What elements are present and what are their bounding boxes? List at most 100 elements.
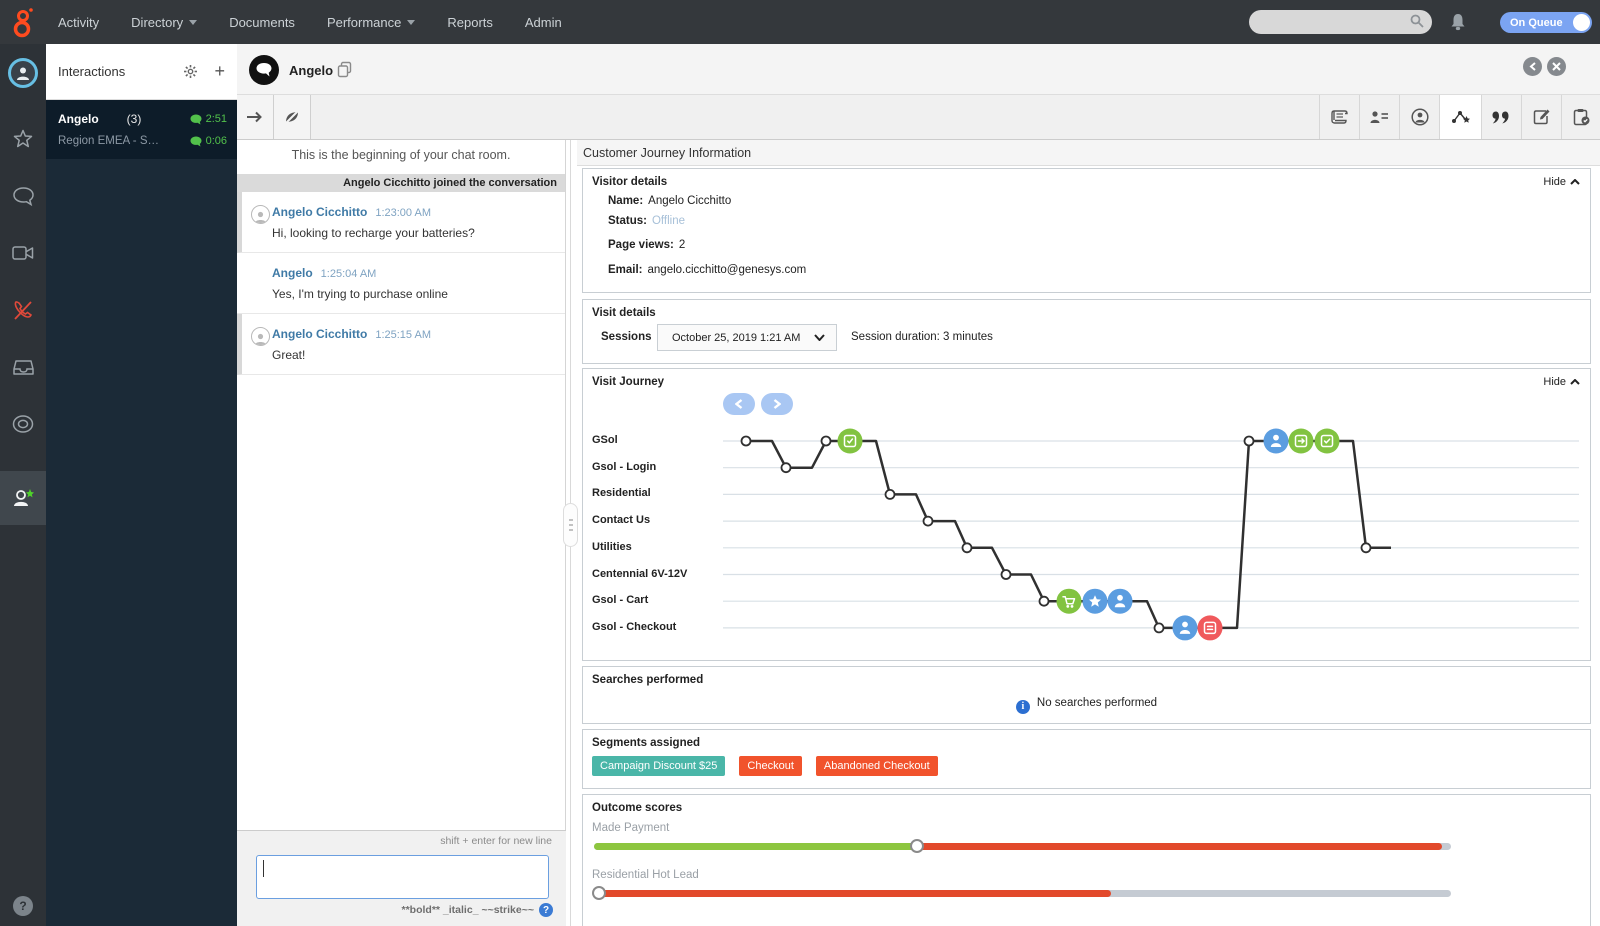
outcome-slider-knob[interactable] — [592, 886, 606, 900]
rail-favorites[interactable] — [0, 114, 46, 164]
outcome-slider-fill — [594, 843, 917, 850]
journey-node-dot[interactable] — [742, 437, 751, 446]
script-button[interactable] — [1319, 95, 1359, 139]
journey-node-dot[interactable] — [1040, 597, 1049, 606]
notifications-bell-icon[interactable] — [1449, 12, 1467, 31]
nav-item-activity[interactable]: Activity — [58, 15, 99, 30]
session-select[interactable]: October 25, 2019 1:21 AM — [657, 324, 837, 351]
genesys-logo[interactable] — [0, 0, 46, 44]
phone-slash-icon — [11, 298, 35, 322]
formatting-help-button[interactable]: ? — [539, 903, 553, 917]
on-queue-toggle[interactable]: On Queue — [1500, 12, 1592, 33]
session-duration: Session duration: 3 minutes — [851, 331, 993, 343]
journey-prev-button[interactable] — [723, 393, 755, 415]
rail-profile-avatar[interactable] — [0, 44, 46, 102]
schedule-button[interactable] — [1561, 95, 1600, 139]
nav-item-admin[interactable]: Admin — [525, 15, 562, 30]
message-avatar — [251, 327, 270, 346]
message-author[interactable]: Angelo Cicchitto — [272, 205, 367, 219]
segment-badge[interactable]: Abandoned Checkout — [816, 756, 938, 776]
nav-item-documents[interactable]: Documents — [229, 15, 295, 30]
journey-node-dot[interactable] — [1002, 570, 1011, 579]
nav-item-reports[interactable]: Reports — [447, 15, 493, 30]
journey-event-person-icon[interactable] — [1173, 615, 1198, 640]
clipboard-check-icon — [1573, 108, 1590, 126]
chat-message: Angelo Cicchitto1:25:15 AM Great! — [237, 314, 565, 375]
interaction-queue: Region EMEA - S… — [58, 135, 190, 147]
journey-event-doc-icon[interactable] — [1198, 615, 1223, 640]
chat-transcript-panel: This is the beginning of your chat room.… — [237, 140, 566, 926]
journey-event-check-icon[interactable] — [1315, 429, 1340, 454]
nav-item-label: Activity — [58, 15, 99, 30]
journey-node-dot[interactable] — [1362, 543, 1371, 552]
journey-node-dot[interactable] — [1155, 623, 1164, 632]
search-input[interactable] — [1249, 10, 1432, 34]
rail-phone-disabled[interactable] — [0, 285, 46, 335]
message-author[interactable]: Angelo — [272, 266, 313, 280]
visitor-pageviews: 2 — [679, 239, 685, 251]
message-avatar — [251, 205, 270, 224]
profile-button[interactable] — [1399, 95, 1439, 139]
panel-resize-handle[interactable] — [563, 503, 578, 547]
outcome-slider-knob[interactable] — [910, 839, 924, 853]
interactions-title: Interactions — [58, 64, 183, 79]
interaction-toolbar — [237, 95, 1600, 140]
journey-next-button[interactable] — [761, 393, 793, 415]
visitor-details-heading: Visitor details — [592, 176, 667, 188]
gear-icon[interactable] — [183, 64, 198, 79]
segment-badge[interactable]: Checkout — [739, 756, 801, 776]
chevron-up-icon — [1570, 379, 1580, 385]
chat-message-input[interactable] — [256, 855, 549, 899]
close-panel-button[interactable] — [1547, 57, 1566, 76]
journey-node-dot[interactable] — [782, 463, 791, 472]
nav-item-directory[interactable]: Directory — [131, 15, 197, 30]
segment-badge[interactable]: Campaign Discount $25 — [592, 756, 725, 776]
journey-node-dot[interactable] — [1245, 437, 1254, 446]
collapse-panel-button[interactable] — [1523, 57, 1542, 76]
hide-visit-journey-link[interactable]: Hide — [1543, 376, 1580, 388]
journey-button-active[interactable] — [1439, 95, 1481, 139]
journey-node-dot[interactable] — [886, 490, 895, 499]
journey-node-dot[interactable] — [924, 517, 933, 526]
chevron-left-icon — [735, 399, 743, 409]
transfer-button[interactable] — [237, 95, 274, 139]
journey-node-dot[interactable] — [822, 437, 831, 446]
help-button[interactable]: ? — [13, 896, 33, 916]
add-interaction-button[interactable]: + — [214, 61, 225, 82]
outcome-slider[interactable] — [594, 890, 1451, 897]
journey-event-person-icon[interactable] — [1108, 589, 1133, 614]
top-nav-menu: Activity Directory Documents Performance… — [58, 15, 562, 30]
rail-inbox[interactable] — [0, 342, 46, 392]
journey-event-cart-icon[interactable] — [1057, 589, 1082, 614]
outcome-slider[interactable] — [594, 843, 1451, 850]
journey-event-form-icon[interactable] — [838, 429, 863, 454]
compose-icon — [1533, 108, 1551, 126]
contact-details-button[interactable] — [1359, 95, 1399, 139]
rail-video[interactable] — [0, 228, 46, 278]
journey-event-star-icon[interactable] — [1083, 589, 1108, 614]
rail-interactions-active[interactable] — [0, 471, 46, 525]
message-author[interactable]: Angelo Cicchitto — [272, 327, 367, 341]
journey-node-dot[interactable] — [963, 543, 972, 552]
agent-interactions-icon — [10, 485, 36, 511]
notes-button[interactable] — [1521, 95, 1561, 139]
wrapup-notes-button[interactable] — [274, 95, 311, 139]
nav-item-performance[interactable]: Performance — [327, 15, 415, 30]
chat-message: Angelo1:25:04 AM Yes, I'm trying to purc… — [237, 253, 565, 314]
hide-visitor-details-link[interactable]: Hide — [1543, 176, 1580, 188]
rail-chat[interactable] — [0, 171, 46, 221]
newline-hint: shift + enter for new line — [237, 831, 566, 849]
chat-joined-banner: Angelo Cicchitto joined the conversation — [237, 174, 565, 192]
field-label: Email: — [608, 264, 643, 276]
journey-event-exit-icon[interactable] — [1289, 429, 1314, 454]
copy-icon[interactable] — [337, 61, 353, 78]
journey-row-label: GSol — [592, 434, 717, 446]
chat-bubble-avatar-icon — [255, 62, 273, 78]
rail-cobrowse[interactable] — [0, 399, 46, 449]
journey-event-person-icon[interactable] — [1264, 429, 1289, 454]
interaction-list-item-angelo[interactable]: Angelo (3) 2:51 Region EMEA - S… 0:06 — [46, 100, 237, 159]
chevron-left-icon — [1529, 62, 1537, 71]
on-queue-label: On Queue — [1510, 17, 1563, 29]
canned-responses-button[interactable] — [1481, 95, 1521, 139]
chat-icon-green — [190, 114, 202, 125]
